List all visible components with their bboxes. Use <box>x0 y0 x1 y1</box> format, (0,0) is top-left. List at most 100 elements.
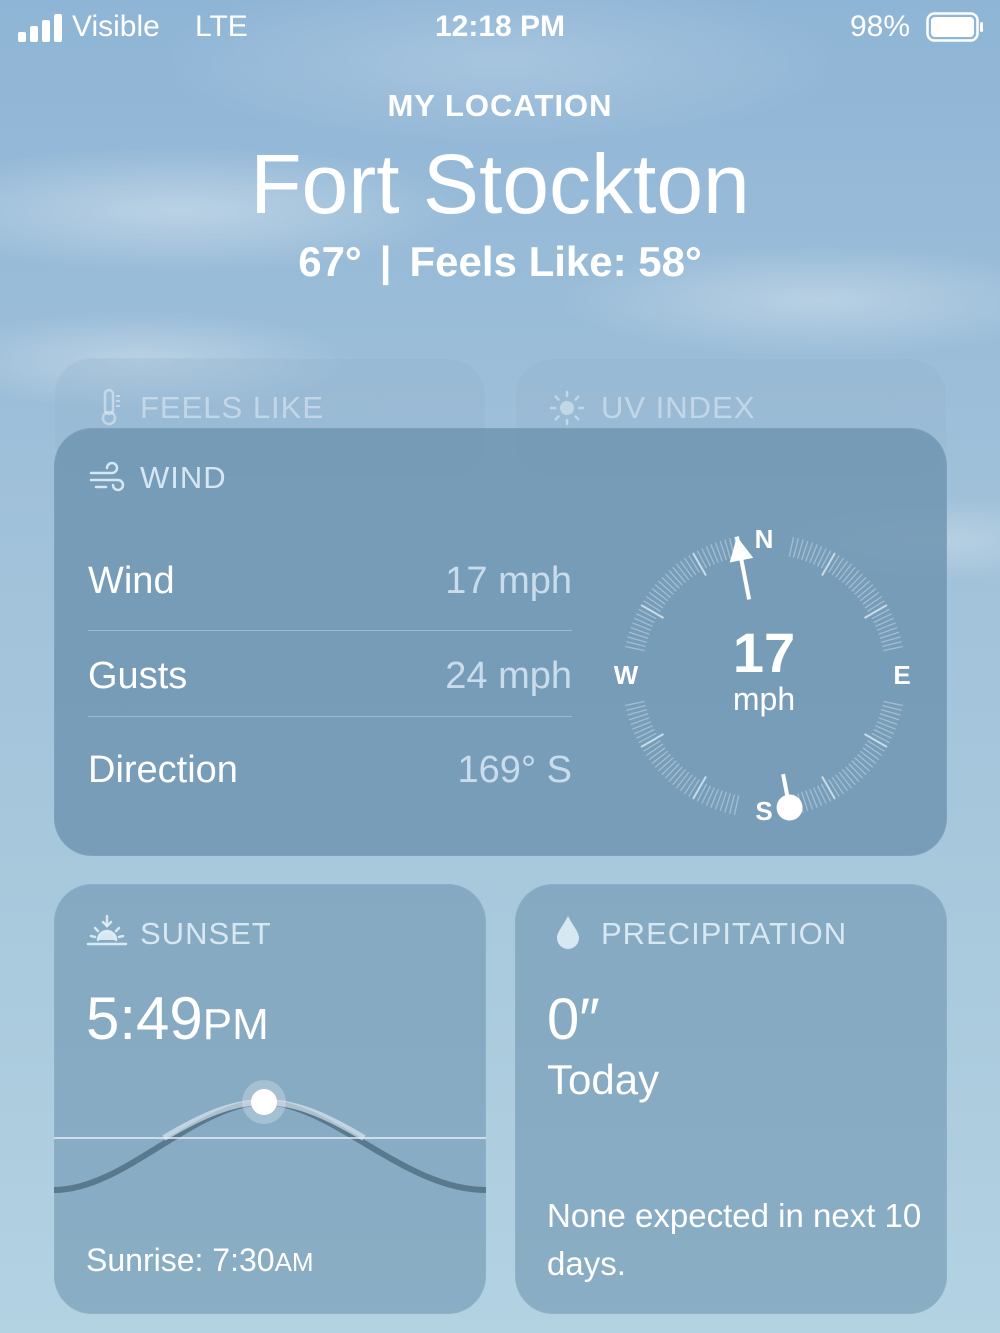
compass-tick <box>729 794 736 814</box>
compass-tick <box>651 750 669 764</box>
wind-speed-row: Wind 17 mph <box>88 532 572 626</box>
feels-like-summary: Feels Like: 58° <box>409 238 702 285</box>
compass-tick <box>696 550 708 569</box>
compass-tick <box>828 779 840 797</box>
compass-tick <box>643 600 661 612</box>
compass-tick <box>638 608 657 620</box>
compass-north-label: N <box>755 526 774 554</box>
compass-tick <box>835 774 848 792</box>
compass-tick <box>701 548 712 567</box>
sun-icon <box>549 390 585 426</box>
compass-tick <box>648 592 666 605</box>
sunrise-suffix: AM <box>274 1247 314 1277</box>
compass-tick <box>797 539 804 559</box>
compass-tick <box>654 584 671 599</box>
compass-tick <box>733 795 740 816</box>
compass-tick <box>845 766 860 782</box>
precipitation-card[interactable]: PRECIPITATION 0″ Today None expected in … <box>515 884 947 1314</box>
compass-tick <box>864 743 883 756</box>
compass-tick <box>636 728 655 739</box>
wind-icon <box>89 461 125 492</box>
compass-east-label: E <box>893 660 910 690</box>
compass-tick <box>664 763 680 779</box>
compass-tick <box>643 740 661 752</box>
sunset-title: SUNSET <box>140 916 272 951</box>
compass-tick <box>668 570 683 586</box>
sun-position-dot <box>251 1089 277 1115</box>
compass-tick <box>820 783 832 802</box>
wind-speed-label: Wind <box>88 560 175 602</box>
compass-tick <box>816 785 827 804</box>
compass-tick <box>676 563 690 581</box>
compass-tick <box>845 570 860 586</box>
compass-tick <box>624 700 645 707</box>
compass-tick <box>676 771 690 789</box>
wind-direction-value: 169° S <box>457 749 572 791</box>
compass-tick <box>816 548 827 567</box>
precipitation-title: PRECIPITATION <box>601 916 848 951</box>
compass-tick <box>883 645 904 652</box>
wind-direction-label: Direction <box>88 749 238 791</box>
location-label: MY LOCATION <box>387 88 613 123</box>
compass-tick <box>627 709 647 716</box>
feels-like-title: FEELS LIKE <box>140 390 325 425</box>
compass-tick <box>626 704 646 711</box>
compass-tick <box>648 747 666 760</box>
compass-tick <box>848 573 864 589</box>
compass-tick <box>854 580 870 595</box>
compass-tick <box>881 709 901 716</box>
compass-tick <box>626 641 646 648</box>
uv-index-title: UV INDEX <box>601 390 756 425</box>
compass-tick <box>859 750 877 764</box>
compass-tick <box>684 557 697 576</box>
compass-tick <box>838 563 852 581</box>
compass-tick <box>661 760 677 776</box>
compass-tick <box>871 608 890 620</box>
wind-arrow-head <box>729 536 754 563</box>
wind-gusts-value: 24 mph <box>445 655 572 697</box>
sunset-time-suffix: PM <box>202 1000 269 1049</box>
thermometer-icon <box>101 388 120 426</box>
compass-tick <box>828 555 840 573</box>
compass-tick <box>883 700 904 707</box>
compass-tick <box>831 776 844 795</box>
wind-arrow-origin-dot <box>776 794 803 821</box>
compass-tick <box>672 566 687 583</box>
compass-tick <box>857 584 874 599</box>
sun-path-graph <box>54 1080 486 1193</box>
compass-tick <box>851 576 867 592</box>
compass-tick <box>859 588 877 602</box>
compass-tick <box>645 743 664 756</box>
compass-tick <box>854 757 870 772</box>
compass-tick <box>841 769 856 786</box>
compass-tick <box>882 704 902 711</box>
compass-tick <box>638 732 657 744</box>
compass-tick <box>627 636 647 643</box>
compass-tick <box>838 771 852 789</box>
compass-tick <box>651 588 669 602</box>
compass-tick <box>636 613 655 624</box>
wind-row-divider <box>88 716 572 717</box>
compass-tick <box>724 793 731 813</box>
compass-tick <box>867 740 885 752</box>
compass-west-label: W <box>614 660 639 690</box>
compass-tick <box>862 747 880 760</box>
compass-tick <box>848 763 864 779</box>
sunrise-time: Sunrise: 7:30AM <box>86 1242 314 1279</box>
sunset-card[interactable]: SUNSET 5:49PM Sunrise: 7:30AM <box>54 884 486 1314</box>
compass-speed-unit: mph <box>733 681 795 717</box>
compass-tick <box>871 732 890 744</box>
compass-tick <box>624 645 645 652</box>
sunset-icon <box>86 914 128 946</box>
compass-tick <box>664 573 680 589</box>
compass-tick <box>881 636 901 643</box>
compass-tick <box>862 592 880 605</box>
city-name: Fort Stockton <box>250 137 750 231</box>
sunset-time: 5:49PM <box>86 984 269 1053</box>
compass-tick <box>873 728 892 739</box>
wind-gusts-row: Gusts 24 mph <box>88 627 572 721</box>
precipitation-amount: 0″ <box>547 987 600 1052</box>
compass-tick <box>688 779 700 797</box>
compass-tick <box>873 613 892 624</box>
compass-speed: 17 <box>733 621 795 684</box>
